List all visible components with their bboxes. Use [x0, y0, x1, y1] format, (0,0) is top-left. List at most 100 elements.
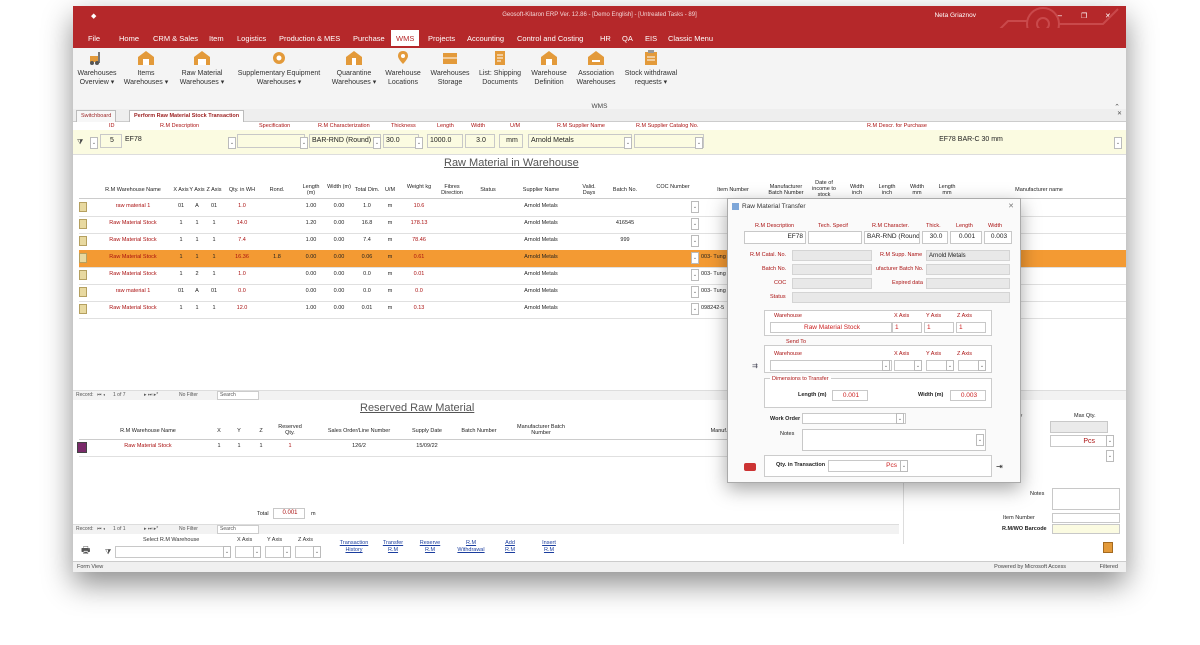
- record-position[interactable]: 1 of 1: [113, 526, 126, 532]
- thickness-dropdown[interactable]: ⌄: [415, 137, 423, 149]
- y-dropdown[interactable]: ⌄: [283, 546, 291, 558]
- grid1-search-input[interactable]: Search: [217, 391, 259, 400]
- thickness-field[interactable]: 30.0: [383, 134, 419, 148]
- d-send-z-dropdown[interactable]: ⌄: [978, 360, 986, 371]
- record-selector-icon[interactable]: [77, 442, 87, 453]
- record-selector-icon[interactable]: [79, 253, 87, 263]
- characterization-field[interactable]: BAR-RND (Round): [309, 134, 381, 148]
- select-warehouse-field[interactable]: [115, 546, 231, 558]
- first-record-button[interactable]: ⏮ ◂: [97, 526, 105, 532]
- item-number-dropdown[interactable]: ⌄: [691, 252, 699, 264]
- catalog-dropdown[interactable]: ⌄: [695, 137, 703, 149]
- catalog-no-field[interactable]: [634, 134, 704, 148]
- menu-hr[interactable]: HR: [600, 34, 611, 43]
- id-dropdown[interactable]: ⌄: [90, 137, 98, 149]
- supplier-dropdown[interactable]: ⌄: [624, 137, 632, 149]
- warehouse-dropdown[interactable]: ⌄: [223, 546, 231, 558]
- tab-switchboard[interactable]: Switchboard: [76, 110, 117, 122]
- tab-perform-transaction[interactable]: Perform Raw Material Stock Transaction: [129, 110, 245, 122]
- d-send-x-dropdown[interactable]: ⌄: [914, 360, 922, 371]
- menu-qa[interactable]: QA: [622, 34, 633, 43]
- filter-icon[interactable]: ⧩: [105, 549, 111, 557]
- reserve-rm-link[interactable]: Reserve R.M: [415, 540, 445, 554]
- supplementary-equipment-warehouses-button[interactable]: Supplementary Equipment Warehouses ▾: [231, 50, 327, 87]
- qty-um-field[interactable]: Pcs: [1050, 435, 1108, 447]
- um-dropdown[interactable]: ⌄: [1106, 435, 1114, 447]
- insert-rm-link[interactable]: Insert R.M: [535, 540, 563, 554]
- record-selector-icon[interactable]: [79, 270, 87, 280]
- exit-icon[interactable]: [1103, 542, 1113, 553]
- d-notes-field[interactable]: [802, 429, 986, 451]
- menu-home[interactable]: Home: [119, 34, 139, 43]
- d-qty-field[interactable]: Pcs: [828, 460, 908, 472]
- record-selector-icon[interactable]: [79, 287, 87, 297]
- item-number-field[interactable]: [1052, 513, 1120, 523]
- d-notes-dropdown[interactable]: ⌄: [976, 434, 984, 446]
- record-selector-icon[interactable]: [79, 304, 87, 314]
- menu-purchase[interactable]: Purchase: [353, 34, 385, 43]
- d-work-order-dropdown[interactable]: ⌄: [896, 413, 904, 424]
- raw-material-warehouses-button[interactable]: Raw Material Warehouses ▾: [175, 50, 229, 87]
- no-filter-button[interactable]: No Filter: [179, 392, 198, 398]
- menu-projects[interactable]: Projects: [428, 34, 455, 43]
- grid2-search-input[interactable]: Search: [217, 525, 259, 534]
- menu-production-mes[interactable]: Production & MES: [279, 34, 340, 43]
- width-field[interactable]: 3.0: [465, 134, 495, 148]
- d-send-y-dropdown[interactable]: ⌄: [946, 360, 954, 371]
- dialog-close-button[interactable]: ✕: [1008, 202, 1014, 210]
- save-transaction-icon[interactable]: [744, 463, 756, 471]
- d-send-wh-dropdown[interactable]: ⌄: [882, 360, 890, 371]
- menu-control-costing[interactable]: Control and Costing: [517, 34, 583, 43]
- length-field[interactable]: 1000.0: [427, 134, 463, 148]
- rm-withdrawal-link[interactable]: R.M Withdrawal: [453, 540, 489, 554]
- item-number-dropdown[interactable]: ⌄: [691, 201, 699, 213]
- barcode-field[interactable]: [1052, 524, 1120, 534]
- menu-classic[interactable]: Classic Menu: [668, 34, 713, 43]
- transfer-rm-link[interactable]: Transfer R.M: [378, 540, 408, 554]
- close-tab-icon[interactable]: ✕: [1117, 110, 1122, 117]
- menu-crm-sales[interactable]: CRM & Sales: [153, 34, 198, 43]
- transaction-history-link[interactable]: Transaction History: [335, 540, 373, 554]
- purchase-descr-field[interactable]: EF78 BAR-C 30 mm: [706, 134, 1116, 148]
- next-record-button[interactable]: ▸ ⏭ ▸*: [144, 392, 158, 398]
- um-field[interactable]: mm: [499, 134, 523, 148]
- filter-icon[interactable]: ⧩: [77, 139, 83, 147]
- items-warehouses-button[interactable]: Items Warehouses ▾: [121, 50, 171, 87]
- record-position[interactable]: 1 of 7: [113, 392, 126, 398]
- z-dropdown[interactable]: ⌄: [313, 546, 321, 558]
- printer-icon[interactable]: 🖶: [81, 543, 90, 560]
- specification-dropdown[interactable]: ⌄: [300, 137, 308, 149]
- menu-wms[interactable]: WMS: [391, 30, 420, 46]
- panel-dropdown-1[interactable]: ⌄: [1106, 450, 1114, 462]
- quarantine-warehouses-button[interactable]: Quarantine Warehouses ▾: [329, 50, 379, 87]
- warehouse-definition-button[interactable]: Warehouse Definition: [527, 50, 571, 87]
- item-number-dropdown[interactable]: ⌄: [691, 303, 699, 315]
- association-warehouses-button[interactable]: Association Warehouses: [573, 50, 619, 87]
- shipping-documents-button[interactable]: List: Shipping Documents: [475, 50, 525, 87]
- stock-withdrawal-requests-button[interactable]: Stock withdrawal requests ▾: [621, 50, 681, 87]
- no-filter-button[interactable]: No Filter: [179, 526, 198, 532]
- warehouses-storage-button[interactable]: Warehouses Storage: [427, 50, 473, 87]
- item-number-dropdown[interactable]: ⌄: [691, 235, 699, 247]
- warehouses-overview-button[interactable]: Warehouses Overview ▾: [75, 50, 119, 87]
- description-field[interactable]: EF78: [123, 134, 235, 148]
- menu-accounting[interactable]: Accounting: [467, 34, 504, 43]
- first-record-button[interactable]: ⏮ ◂: [97, 392, 105, 398]
- menu-eis[interactable]: EIS: [645, 34, 657, 43]
- id-field[interactable]: 5: [100, 134, 122, 148]
- description-dropdown[interactable]: ⌄: [228, 137, 236, 149]
- d-work-order-field[interactable]: [802, 413, 906, 424]
- next-record-button[interactable]: ▸ ⏭ ▸*: [144, 526, 158, 532]
- exit-dialog-icon[interactable]: ⇥: [996, 462, 1003, 471]
- d-dims-width-field[interactable]: 0.003: [950, 390, 986, 401]
- item-number-dropdown[interactable]: ⌄: [691, 269, 699, 281]
- menu-item[interactable]: Item: [209, 34, 224, 43]
- specification-field[interactable]: [237, 134, 305, 148]
- characterization-dropdown[interactable]: ⌄: [373, 137, 381, 149]
- d-qty-dropdown[interactable]: ⌄: [900, 460, 908, 472]
- notes-field[interactable]: [1052, 488, 1120, 510]
- record-selector-icon[interactable]: [79, 219, 87, 229]
- record-selector-icon[interactable]: [79, 202, 87, 212]
- warehouse-locations-button[interactable]: Warehouse Locations: [381, 50, 425, 87]
- supplier-name-field[interactable]: Arnold Metals: [528, 134, 632, 148]
